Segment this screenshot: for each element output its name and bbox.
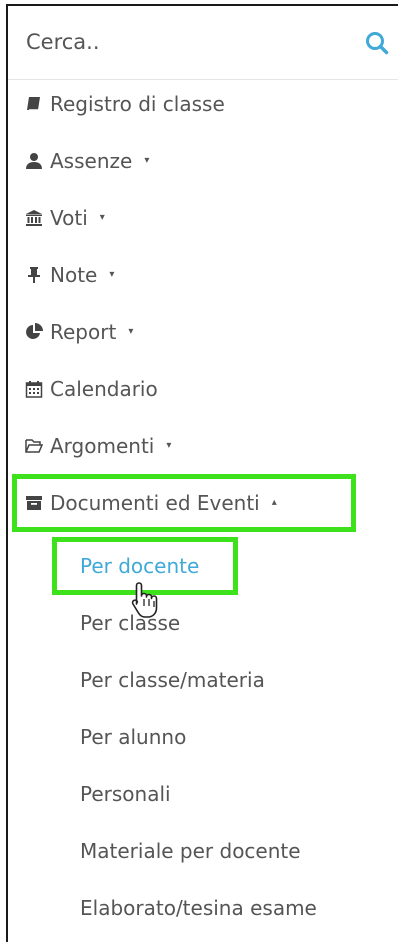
menu-item-registro[interactable]: Registro di classe: [24, 84, 225, 124]
search-bar: [8, 6, 398, 80]
menu-item-note[interactable]: Note ▾: [24, 255, 114, 295]
caret-down-icon: ▾: [109, 268, 115, 280]
submenu-item-label: Per alunno: [80, 725, 187, 749]
submenu-item-label: Personali: [80, 782, 171, 806]
menu-item-label: Voti: [50, 206, 88, 230]
caret-down-icon: ▾: [166, 439, 172, 451]
menu-item-label: Assenze: [50, 149, 133, 173]
menu-item-label: Calendario: [50, 377, 158, 401]
folder-open-icon: [24, 436, 44, 456]
calendar-icon: [24, 379, 44, 399]
menu-item-argomenti[interactable]: Argomenti ▾: [24, 426, 171, 466]
menu-item-assenze[interactable]: Assenze ▾: [24, 141, 149, 181]
submenu-item-elaborato-tesina-esame[interactable]: Elaborato/tesina esame: [80, 888, 317, 928]
menu-item-label: Documenti ed Eventi: [50, 491, 260, 515]
menu-item-label: Argomenti: [50, 434, 155, 458]
book-icon: [24, 94, 44, 114]
caret-down-icon: ▾: [99, 211, 105, 223]
thumbtack-icon: [24, 265, 44, 285]
submenu-item-per-alunno[interactable]: Per alunno: [80, 717, 186, 757]
submenu-item-label: Elaborato/tesina esame: [80, 896, 317, 920]
submenu-item-label: Per docente: [80, 554, 200, 578]
submenu-item-materiale-per-docente[interactable]: Materiale per docente: [80, 831, 301, 871]
search-icon[interactable]: [364, 30, 390, 56]
submenu-item-per-classe-materia[interactable]: Per classe/materia: [80, 660, 265, 700]
menu-item-report[interactable]: Report ▾: [24, 312, 133, 352]
search-input[interactable]: [8, 6, 348, 78]
menu-item-calendario[interactable]: Calendario: [24, 369, 158, 409]
caret-up-icon: ▴: [271, 496, 277, 508]
menu-item-voti[interactable]: Voti ▾: [24, 198, 105, 238]
menu-item-label: Note: [50, 263, 98, 287]
submenu-item-label: Materiale per docente: [80, 839, 301, 863]
menu-item-label: Registro di classe: [50, 92, 225, 116]
submenu-item-personali[interactable]: Personali: [80, 774, 171, 814]
submenu-item-label: Per classe/materia: [80, 668, 265, 692]
menu-item-documenti[interactable]: Documenti ed Eventi ▴: [24, 483, 277, 523]
caret-down-icon: ▾: [128, 325, 134, 337]
pie-chart-icon: [24, 322, 44, 342]
archive-icon: [24, 493, 44, 513]
institution-icon: [24, 208, 44, 228]
menu-item-label: Report: [50, 320, 117, 344]
hand-pointer-icon: [131, 582, 158, 618]
user-icon: [24, 151, 44, 171]
caret-down-icon: ▾: [144, 154, 150, 166]
